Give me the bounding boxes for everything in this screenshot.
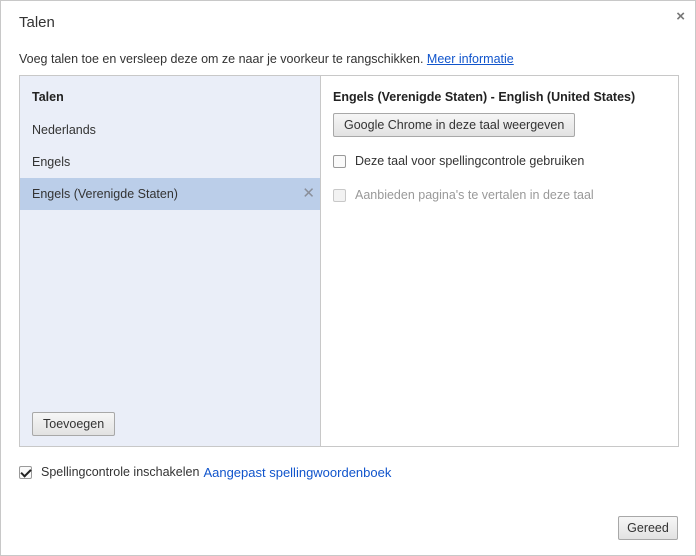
list-item-label: Nederlands (32, 123, 96, 137)
display-language-button[interactable]: Google Chrome in deze taal weergeven (333, 113, 576, 137)
spellcheck-language-row[interactable]: Deze taal voor spellingcontrole gebruike… (333, 153, 584, 169)
spellcheck-enable-row: Spellingcontrole inschakelen Aangepast s… (19, 464, 391, 480)
spellcheck-language-checkbox[interactable] (333, 154, 346, 168)
translate-offer-checkbox (333, 188, 346, 202)
intro-text: Voeg talen toe en versleep deze om ze na… (19, 52, 514, 66)
language-list-header: Talen (32, 90, 64, 104)
list-item-engels-verenigde-staten[interactable]: Engels (Verenigde Staten) ✕ (20, 178, 320, 210)
dialog-title: Talen (19, 14, 55, 31)
spellcheck-enable-label: Spellingcontrole inschakelen (41, 465, 200, 479)
list-item-engels[interactable]: Engels (20, 146, 320, 178)
list-item-label: Engels (Verenigde Staten) (32, 187, 178, 201)
done-button[interactable]: Gereed (618, 516, 678, 540)
remove-language-icon[interactable]: ✕ (302, 178, 315, 210)
languages-panel: Talen Nederlands Engels Engels (Verenigd… (19, 75, 679, 447)
list-item-label: Engels (32, 155, 71, 169)
translate-offer-label: Aanbieden pagina's te vertalen in deze t… (355, 188, 594, 202)
spellcheck-language-label: Deze taal voor spellingcontrole gebruike… (355, 154, 585, 168)
more-info-link[interactable]: Meer informatie (427, 52, 514, 66)
add-language-button[interactable]: Toevoegen (32, 412, 116, 436)
selected-language-title: Engels (Verenigde Staten) - English (Uni… (333, 90, 636, 104)
language-list: Talen Nederlands Engels Engels (Verenigd… (20, 76, 321, 446)
close-icon[interactable]: × (676, 8, 685, 25)
languages-dialog: Talen × Voeg talen toe en versleep deze … (0, 0, 696, 556)
language-detail: Engels (Verenigde Staten) - English (Uni… (321, 76, 678, 446)
spellcheck-enable-checkbox[interactable] (19, 465, 32, 479)
intro-description: Voeg talen toe en versleep deze om ze na… (19, 52, 424, 66)
list-item-nederlands[interactable]: Nederlands (20, 114, 320, 146)
custom-dictionary-link[interactable]: Aangepast spellingwoordenboek (203, 465, 391, 480)
translate-offer-row: Aanbieden pagina's te vertalen in deze t… (333, 187, 594, 203)
